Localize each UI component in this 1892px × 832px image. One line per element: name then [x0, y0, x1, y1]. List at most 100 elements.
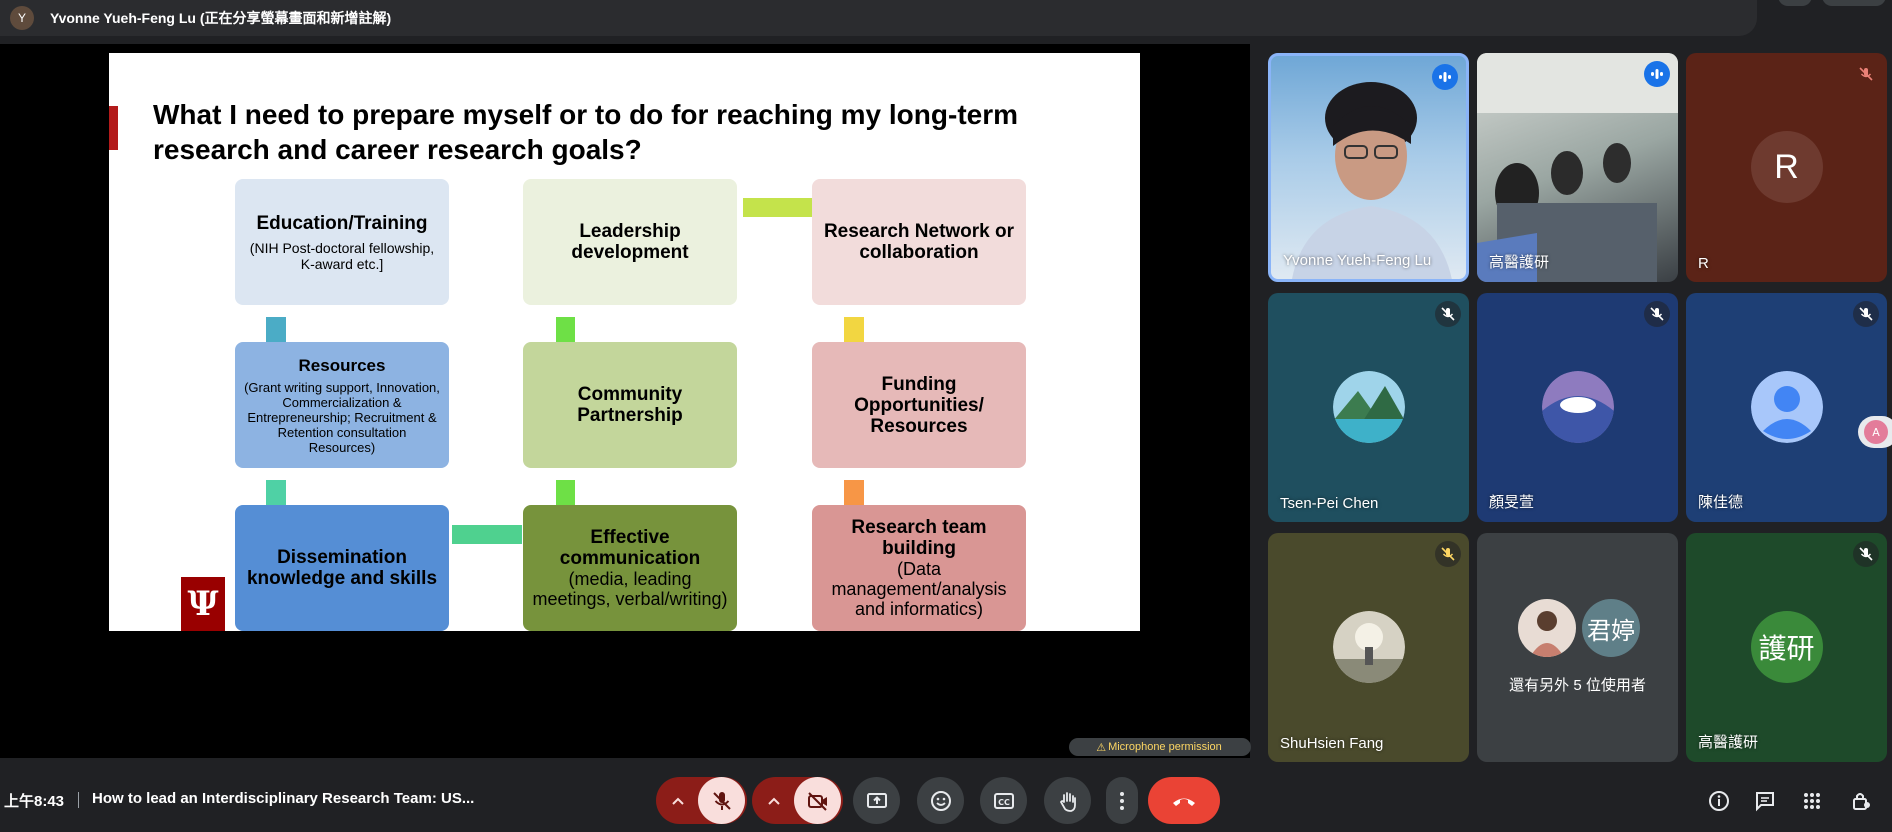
call-end-icon — [1173, 798, 1195, 806]
slide-title: What I need to prepare myself or to do f… — [153, 99, 1019, 165]
avatar: R — [1750, 131, 1823, 203]
overflow-participants-text: 還有另外 5 位使用者 — [1509, 677, 1646, 694]
meeting-title: How to lead an Interdisciplinary Researc… — [92, 790, 475, 807]
side-panel-toggle[interactable]: A — [1858, 416, 1892, 448]
participant-tile-shuhsien[interactable]: ShuHsien Fang — [1268, 533, 1469, 762]
participant-name: ShuHsien Fang — [1280, 735, 1384, 752]
activities-button[interactable] — [1799, 788, 1825, 814]
camera-options-button[interactable] — [754, 777, 794, 824]
raise-hand-icon — [1059, 791, 1076, 812]
default-avatar-icon — [1750, 371, 1823, 443]
box-subtitle: (media, leading meetings, verbal/writing… — [532, 569, 728, 609]
mic-off-icon — [712, 791, 731, 810]
presenter-bar: Y Yvonne Yueh-Feng Lu (正在分享螢幕畫面和新增註解) — [0, 0, 1757, 36]
microphone-permission-text: Microphone permission — [1108, 741, 1222, 753]
avatar — [1518, 599, 1576, 657]
participant-tile-kmu-1[interactable]: 高醫護研 — [1477, 53, 1678, 282]
avatar: 君婷 — [1582, 599, 1640, 657]
box-funding-opportunities: Funding Opportunities/ Resources — [812, 342, 1026, 468]
iu-trident-logo: Ψ — [181, 577, 225, 631]
participant-tile-kmu-2[interactable]: 護研 高醫護研 — [1686, 533, 1887, 762]
participant-name: 高醫護研 — [1489, 254, 1550, 271]
bottom-control-bar: 上午8:43 How to lead an Interdisciplinary … — [0, 770, 1892, 832]
companion-icon: A — [1864, 420, 1888, 444]
mic-off-icon — [1435, 301, 1461, 327]
svg-text:A: A — [1872, 426, 1880, 439]
top-control-stub[interactable] — [1778, 0, 1812, 6]
presentation-slide: What I need to prepare myself or to do f… — [109, 53, 1140, 631]
participant-tile-yvonne[interactable]: Yvonne Yueh-Feng Lu — [1268, 53, 1469, 282]
box-title: Education/Training — [256, 212, 428, 234]
participant-name: 陳佳德 — [1698, 494, 1744, 511]
box-effective-communication: Effective communication (media, leading … — [523, 505, 737, 631]
connector-lime — [743, 198, 813, 217]
chat-button[interactable] — [1752, 788, 1778, 814]
present-screen-button[interactable] — [853, 777, 900, 824]
avatar: 護研 — [1750, 611, 1823, 683]
microphone-control-group — [656, 777, 747, 824]
captions-button[interactable]: CC — [980, 777, 1027, 824]
clock: 上午8:43 — [4, 793, 65, 810]
box-resources: Resources (Grant writing support, Innova… — [235, 342, 449, 468]
avatar — [1332, 371, 1405, 443]
microphone-permission-banner[interactable]: ⚠ Microphone permission — [1069, 738, 1251, 756]
box-title: Resources — [298, 356, 386, 375]
chevron-up-icon — [672, 797, 684, 805]
box-research-network: Research Network or collaboration — [812, 179, 1026, 305]
more-vert-icon — [1120, 791, 1124, 810]
presenter-status-text: Yvonne Yueh-Feng Lu (正在分享螢幕畫面和新增註解) — [50, 10, 392, 26]
microphone-toggle-button[interactable] — [698, 777, 745, 824]
speaking-icon — [1644, 61, 1670, 87]
apps-grid-icon — [1804, 793, 1820, 809]
host-controls-button[interactable] — [1848, 788, 1874, 814]
mic-off-icon — [1853, 301, 1879, 327]
participant-tile-tsen-pei[interactable]: Tsen-Pei Chen — [1268, 293, 1469, 522]
participant-video — [1477, 53, 1678, 282]
box-title: Research team building — [851, 517, 987, 559]
mic-off-icon — [1853, 61, 1879, 87]
participant-name: R — [1698, 255, 1709, 272]
captions-icon: CC — [993, 792, 1014, 809]
mic-off-icon — [1644, 301, 1670, 327]
chat-icon — [1756, 792, 1774, 812]
connector-seafoam — [452, 525, 522, 544]
present-screen-icon — [866, 792, 887, 808]
warning-icon: ⚠ — [1096, 741, 1107, 754]
more-options-button[interactable] — [1106, 777, 1138, 824]
box-dissemination: Dissemination knowledge and skills — [235, 505, 449, 631]
participant-name: 高醫護研 — [1698, 734, 1759, 751]
box-community-partnership: Community Partnership — [523, 342, 737, 468]
presenter-avatar: Y — [10, 6, 34, 30]
avatar — [1541, 371, 1614, 443]
emoji-icon — [930, 790, 951, 811]
participant-tile-chen[interactable]: 陳佳德 — [1686, 293, 1887, 522]
box-title: Effective communication — [559, 527, 701, 569]
divider — [78, 792, 79, 808]
leave-call-button[interactable] — [1148, 777, 1220, 824]
camera-toggle-button[interactable] — [794, 777, 841, 824]
box-education-training: Education/Training (NIH Post-doctoral fe… — [235, 179, 449, 305]
participant-tile-r[interactable]: R R — [1686, 53, 1887, 282]
speaking-icon — [1432, 64, 1458, 90]
participant-tile-yen[interactable]: 顏旻萱 — [1477, 293, 1678, 522]
mic-options-button[interactable] — [658, 777, 698, 824]
top-control-stub-2[interactable] — [1822, 0, 1886, 6]
box-title: Community Partnership — [577, 384, 683, 426]
participant-tile-overflow[interactable]: 君婷 還有另外 5 位使用者 — [1477, 533, 1678, 762]
participant-name: Yvonne Yueh-Feng Lu — [1283, 252, 1432, 269]
camera-control-group — [752, 777, 843, 824]
box-subtitle: (Data management/analysis and informatic… — [831, 559, 1007, 619]
meeting-details-button[interactable] — [1706, 788, 1732, 814]
mic-off-icon — [1853, 541, 1879, 567]
info-icon — [1709, 791, 1729, 811]
participant-name: 顏旻萱 — [1489, 494, 1535, 511]
box-subtitle: (NIH Post-doctoral fellowship, K-award e… — [249, 239, 435, 272]
lock-person-icon — [1853, 793, 1870, 810]
mic-off-icon — [1435, 541, 1461, 567]
slide-accent-bar — [109, 106, 118, 150]
chevron-up-icon — [768, 797, 780, 805]
raise-hand-button[interactable] — [1044, 777, 1091, 824]
box-title: Dissemination knowledge and skills — [246, 547, 438, 589]
reactions-button[interactable] — [917, 777, 964, 824]
box-title: Research Network or collaboration — [823, 221, 1015, 263]
